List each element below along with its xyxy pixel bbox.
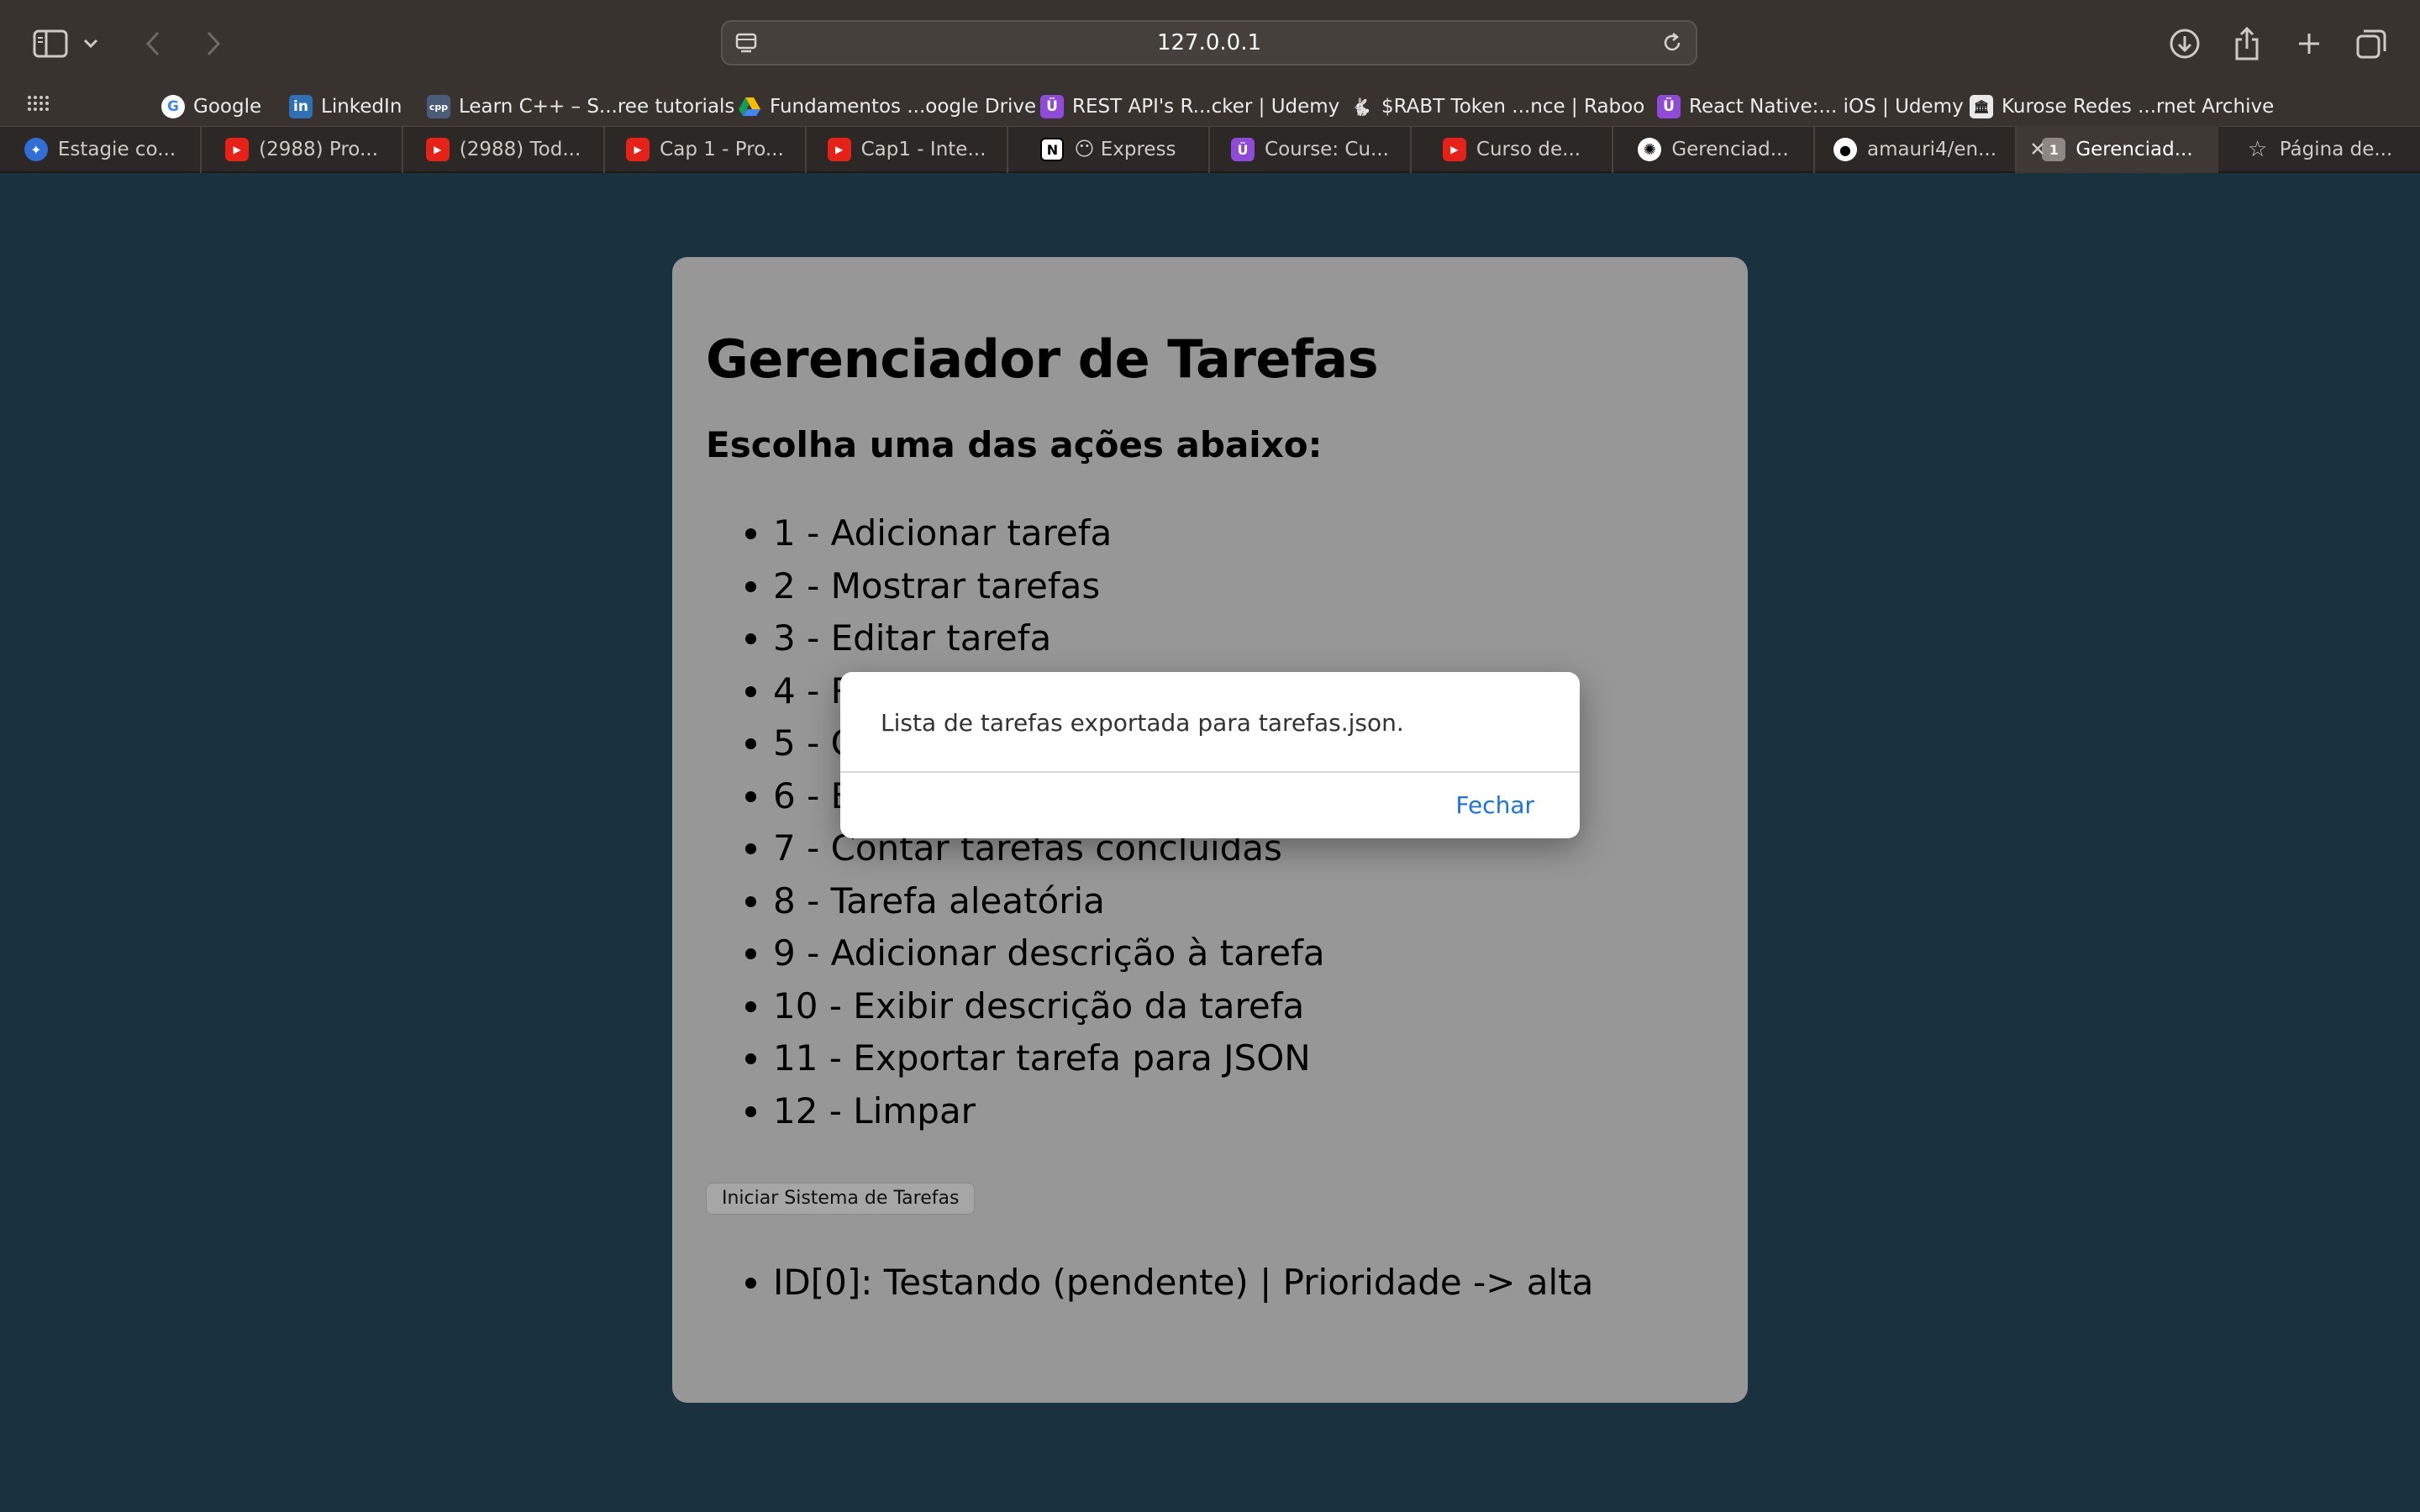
- plus-icon: [2299, 34, 2319, 54]
- sidebar-icon: [33, 29, 68, 58]
- list-item: 12 - Limpar: [773, 1085, 1714, 1138]
- list-item: 2 - Mostrar tarefas: [773, 560, 1714, 613]
- apps-grid-icon[interactable]: [25, 89, 50, 114]
- back-button[interactable]: [126, 17, 180, 71]
- bookmark-google-drive[interactable]: Fundamentos ...oogle Drive: [738, 87, 1036, 126]
- udemy-icon: Ü: [1231, 138, 1255, 161]
- list-item: 3 - Editar tarefa: [773, 612, 1714, 665]
- chevron-right-icon: [207, 31, 221, 56]
- tab-label: 😶 Express: [1074, 139, 1176, 160]
- alert-message: Lista de tarefas exportada para tarefas.…: [881, 709, 1404, 737]
- bookmark-label: REST API's R...cker | Udemy: [1072, 96, 1340, 118]
- tab-gerenciador-active[interactable]: 1 Gerenciad...: [2017, 126, 2218, 173]
- tab-youtube-4[interactable]: ▶ Cap1 - Inte...: [807, 126, 1008, 173]
- tab-estagie[interactable]: ✦ Estagie co...: [0, 126, 202, 173]
- youtube-icon: ▶: [1442, 138, 1466, 161]
- list-item: 11 - Exportar tarefa para JSON: [773, 1032, 1714, 1085]
- youtube-icon: ▶: [827, 138, 851, 161]
- bookmark-label: $RABT Token ...nce | Raboo: [1381, 96, 1645, 118]
- youtube-icon: ▶: [225, 138, 250, 161]
- url-text: 127.0.0.1: [1156, 30, 1262, 55]
- youtube-icon: ▶: [425, 138, 450, 161]
- tab-pagina-favoritos[interactable]: ☆ Página de...: [2218, 126, 2420, 173]
- udemy-icon: Ü: [1657, 95, 1681, 118]
- bookmark-internet-archive[interactable]: 🏛 Kurose Redes ...rnet Archive: [1970, 87, 2274, 126]
- alert-dialog: Lista de tarefas exportada para tarefas.…: [840, 672, 1580, 838]
- cpp-icon: cpp: [427, 95, 450, 118]
- bookmark-label: LinkedIn: [321, 96, 402, 118]
- share-button[interactable]: [2220, 17, 2274, 71]
- bookmark-raboo[interactable]: 🐇 $RABT Token ...nce | Raboo: [1349, 87, 1645, 126]
- new-tab-button[interactable]: [2282, 17, 2336, 71]
- tab-youtube-curso[interactable]: ▶ Curso de...: [1412, 126, 1613, 173]
- chevron-down-icon: [83, 39, 98, 49]
- tab-overview-button[interactable]: [2344, 17, 2398, 71]
- list-item: 9 - Adicionar descrição à tarefa: [773, 927, 1714, 980]
- chevron-left-icon: [145, 31, 160, 56]
- youtube-icon: ▶: [626, 138, 650, 161]
- tab-label: Gerenciad...: [1671, 139, 1789, 160]
- udemy-icon: Ü: [1040, 95, 1064, 118]
- downloads-button[interactable]: [2158, 17, 2212, 71]
- close-icon[interactable]: [2027, 138, 2049, 160]
- bookmark-rest-api-udemy[interactable]: Ü REST API's R...cker | Udemy: [1040, 87, 1339, 126]
- tab-label: Estagie co...: [57, 139, 176, 160]
- divider: [840, 771, 1580, 773]
- task-results-list: ID[0]: Testando (pendente) | Prioridade …: [706, 1257, 1714, 1309]
- tab-overview-icon: [2356, 29, 2386, 59]
- list-item: 8 - Tarefa aleatória: [773, 875, 1714, 928]
- openai-icon: ✺: [1638, 138, 1662, 161]
- close-dialog-button[interactable]: Fechar: [1455, 791, 1534, 819]
- forward-button[interactable]: [187, 17, 240, 71]
- bookmark-label: Google: [193, 96, 262, 118]
- google-drive-icon: [738, 95, 761, 118]
- download-icon: [2170, 29, 2200, 59]
- tab-youtube-3[interactable]: ▶ Cap 1 - Pro...: [605, 126, 807, 173]
- list-item: ID[0]: Testando (pendente) | Prioridade …: [773, 1257, 1714, 1309]
- bookmark-google[interactable]: G Google: [161, 87, 261, 126]
- bookmark-label: Learn C++ – S...ree tutorials: [459, 96, 735, 118]
- bookmark-learncpp[interactable]: cpp Learn C++ – S...ree tutorials: [427, 87, 734, 126]
- tab-udemy-course[interactable]: Ü Course: Cu...: [1210, 126, 1412, 173]
- tab-label: Gerenciad...: [2075, 139, 2193, 160]
- tab-label: amauri4/en...: [1866, 139, 1997, 160]
- reload-icon[interactable]: [1660, 31, 1684, 55]
- tab-chatgpt[interactable]: ✺ Gerenciad...: [1613, 126, 1815, 173]
- list-item: 1 - Adicionar tarefa: [773, 507, 1714, 560]
- raboo-icon: 🐇: [1350, 97, 1372, 117]
- tab-github[interactable]: ● amauri4/en...: [1815, 126, 2017, 173]
- bookmark-label: Kurose Redes ...rnet Archive: [2002, 96, 2275, 118]
- google-icon: G: [161, 95, 185, 118]
- github-icon: ●: [1833, 138, 1857, 161]
- tab-label: Curso de...: [1476, 139, 1581, 160]
- page-title: Gerenciador de Tarefas: [706, 328, 1379, 390]
- tab-label: (2988) Tod...: [459, 139, 581, 160]
- estagie-icon: ✦: [24, 138, 48, 161]
- tab-notion-express[interactable]: N 😶 Express: [1008, 126, 1210, 173]
- share-icon: [2235, 26, 2259, 60]
- bookmark-label: React Native:... iOS | Udemy: [1689, 96, 1964, 118]
- tab-group-dropdown[interactable]: [71, 17, 111, 71]
- tab-youtube-1[interactable]: ▶ (2988) Pro...: [202, 126, 403, 173]
- tab-label: Cap 1 - Pro...: [660, 139, 784, 160]
- address-bar[interactable]: 127.0.0.1: [721, 20, 1697, 66]
- page-subtitle: Escolha uma das ações abaixo:: [706, 424, 1323, 465]
- tab-youtube-2[interactable]: ▶ (2988) Tod...: [403, 126, 605, 173]
- sidebar-toggle-button[interactable]: [24, 17, 77, 71]
- bookmark-react-native-udemy[interactable]: Ü React Native:... iOS | Udemy: [1657, 87, 1964, 126]
- start-system-button[interactable]: Iniciar Sistema de Tarefas: [706, 1183, 976, 1215]
- star-icon: ☆: [2248, 137, 2268, 162]
- bookmark-label: Fundamentos ...oogle Drive: [770, 96, 1037, 118]
- tab-label: Página de...: [2279, 139, 2393, 160]
- tab-label: Course: Cu...: [1265, 139, 1389, 160]
- linkedin-icon: in: [289, 95, 313, 118]
- notion-icon: N: [1040, 138, 1065, 161]
- tab-label: Cap1 - Inte...: [860, 139, 986, 160]
- tab-label: (2988) Pro...: [259, 139, 378, 160]
- list-item: 10 - Exibir descrição da tarefa: [773, 980, 1714, 1033]
- archive-icon: 🏛: [1970, 95, 1993, 118]
- bookmark-linkedin[interactable]: in LinkedIn: [289, 87, 402, 126]
